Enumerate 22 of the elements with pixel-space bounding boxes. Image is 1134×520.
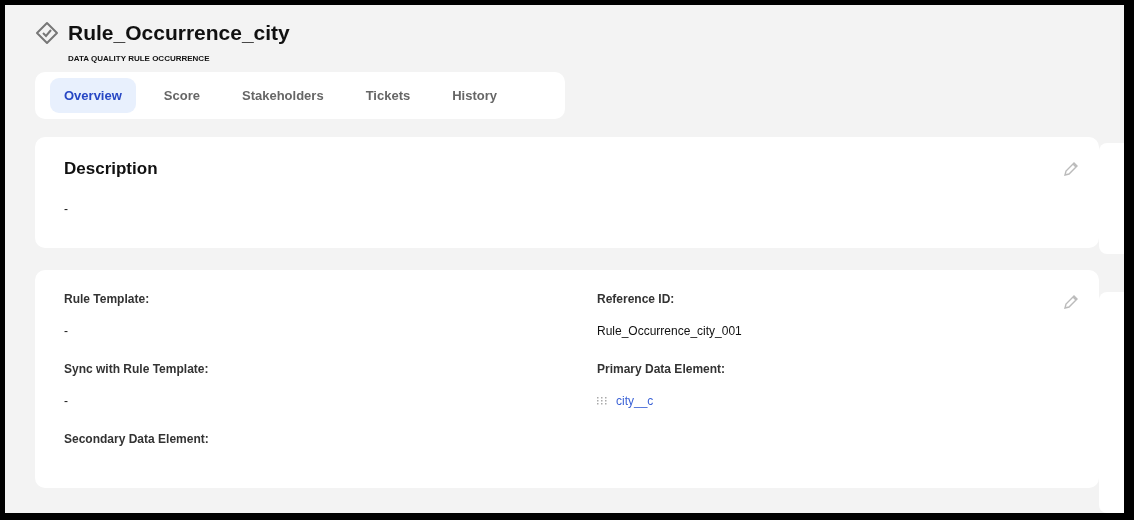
field-value: - [64,394,69,408]
description-text: - [64,202,69,216]
edit-icon[interactable] [1063,294,1079,310]
page-title: Rule_Occurrence_city [68,21,290,45]
field-label: Primary Data Element: [597,362,727,376]
card-title: Description [64,159,159,179]
field-label: Secondary Data Element: [64,432,210,446]
data-element-link[interactable]: city__c [616,394,654,408]
object-type: DATA QUALITY RULE OCCURRENCE [68,54,211,63]
rule-icon [35,21,59,45]
tab[interactable]: Overview [50,78,136,113]
drag-handle-icon [597,397,607,405]
tab[interactable]: Tickets [351,78,425,113]
tab[interactable]: Score [149,78,214,113]
field-label: Rule Template: [64,292,151,306]
field-label: Reference ID: [597,292,676,306]
field-value: - [64,324,69,338]
edit-icon[interactable] [1063,161,1079,177]
tab[interactable]: Stakeholders [227,78,338,113]
field-label: Sync with Rule Template: [64,362,210,376]
tab[interactable]: History [438,78,511,113]
field-value: Rule_Occurrence_city_001 [597,324,743,338]
